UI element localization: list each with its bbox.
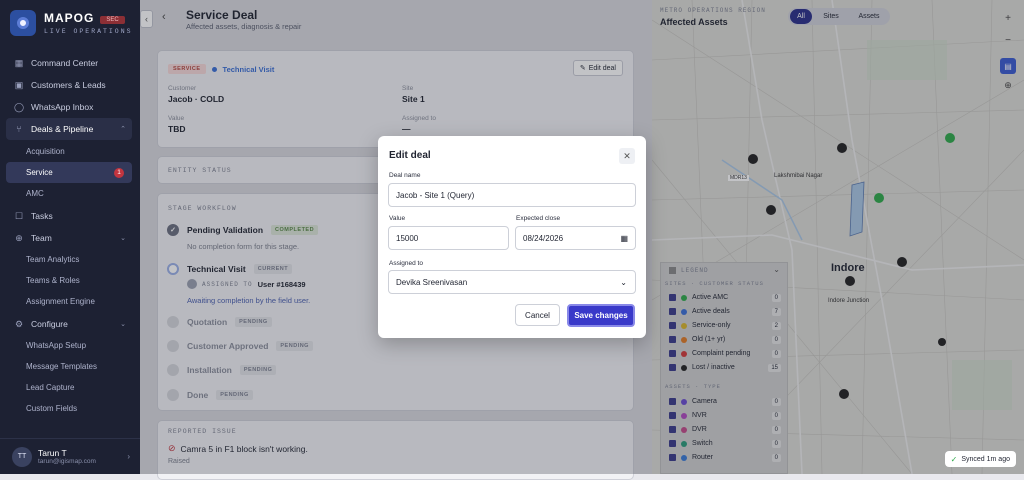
gear-icon: ⚙ [14, 318, 24, 329]
value-input[interactable]: 15000 [388, 226, 509, 250]
sidebar-item-tasks[interactable]: ☐ Tasks [6, 205, 132, 227]
sync-status: ✓ Synced 1m ago [944, 451, 1016, 467]
brand-name: MAPOG [44, 11, 95, 25]
users-icon: ▣ [14, 79, 24, 90]
brand: MAPOG SEC LIVE OPERATIONS [10, 10, 133, 36]
chevron-down-icon: ⌄ [120, 321, 126, 328]
chevron-up-icon: ⌃ [120, 126, 126, 133]
user-email: tarun@igismap.com [38, 458, 96, 465]
sidebar-item-acquisition[interactable]: Acquisition [6, 141, 132, 162]
deal-name-input[interactable]: Jacob - Site 1 (Query) [388, 183, 636, 207]
brand-tag: SEC [100, 15, 125, 24]
whatsapp-icon: ◯ [13, 101, 25, 112]
sidebar-item-command-center[interactable]: ▦ Command Center [6, 52, 132, 74]
expected-close-input[interactable]: 08/24/2026 ▦ [515, 226, 636, 250]
sidebar-item-assignment-engine[interactable]: Assignment Engine [6, 291, 132, 312]
chevron-down-icon: ⌄ [620, 277, 627, 287]
sidebar-item-whatsapp-setup[interactable]: WhatsApp Setup [6, 335, 132, 356]
logo-icon [10, 10, 36, 36]
check-circle-icon: ✓ [950, 454, 958, 464]
expected-close-label: Expected close [516, 215, 561, 222]
sidebar-item-custom-fields[interactable]: Custom Fields [6, 398, 132, 419]
close-icon[interactable]: ✕ [619, 148, 635, 164]
assigned-select[interactable]: Devika Sreenivasan ⌄ [388, 270, 636, 294]
globe-icon: ⊕ [15, 232, 23, 243]
deal-name-label: Deal name [389, 172, 421, 179]
save-changes-button[interactable]: Save changes [567, 304, 635, 327]
chevron-right-icon: › [127, 452, 130, 461]
sidebar-item-customers[interactable]: ▣ Customers & Leads [6, 74, 132, 96]
chevron-down-icon: ⌄ [120, 235, 126, 242]
sidebar: MAPOG SEC LIVE OPERATIONS ▦ Command Center… [0, 0, 140, 474]
sidebar-item-team[interactable]: ⊕ Team ⌄ [6, 227, 132, 249]
value-label: Value [389, 215, 406, 222]
user-name: Tarun T [38, 448, 67, 458]
assigned-label: Assigned to [389, 260, 423, 267]
sidebar-item-amc[interactable]: AMC [6, 183, 132, 204]
sidebar-item-team-analytics[interactable]: Team Analytics [6, 249, 132, 270]
edit-deal-modal: Edit deal ✕ Deal name Jacob - Site 1 (Qu… [378, 136, 646, 338]
sidebar-item-teams-roles[interactable]: Teams & Roles [6, 270, 132, 291]
pipeline-icon: ⑂ [16, 124, 22, 134]
sidebar-item-lead-capture[interactable]: Lead Capture [6, 377, 132, 398]
sidebar-item-service[interactable]: Service 1 [6, 162, 132, 183]
modal-title: Edit deal [389, 150, 431, 161]
service-badge: 1 [114, 167, 124, 178]
cancel-button[interactable]: Cancel [515, 304, 560, 326]
brand-subtitle: LIVE OPERATIONS [44, 28, 133, 35]
avatar: TT [12, 446, 32, 467]
sidebar-item-whatsapp[interactable]: ◯ WhatsApp Inbox [6, 96, 132, 118]
calendar-icon[interactable]: ▦ [620, 234, 628, 243]
tasks-icon: ☐ [14, 210, 24, 221]
sidebar-item-message-templates[interactable]: Message Templates [6, 356, 132, 377]
user-menu[interactable]: TT Tarun T tarun@igismap.com › [0, 438, 140, 474]
sidebar-nav: ▦ Command Center ▣ Customers & Leads ◯ What… [6, 52, 132, 419]
sidebar-item-deals[interactable]: ⑂ Deals & Pipeline ⌃ [6, 118, 132, 140]
grid-icon: ▦ [14, 57, 24, 68]
sidebar-item-configure[interactable]: ⚙ Configure ⌄ [6, 313, 132, 335]
